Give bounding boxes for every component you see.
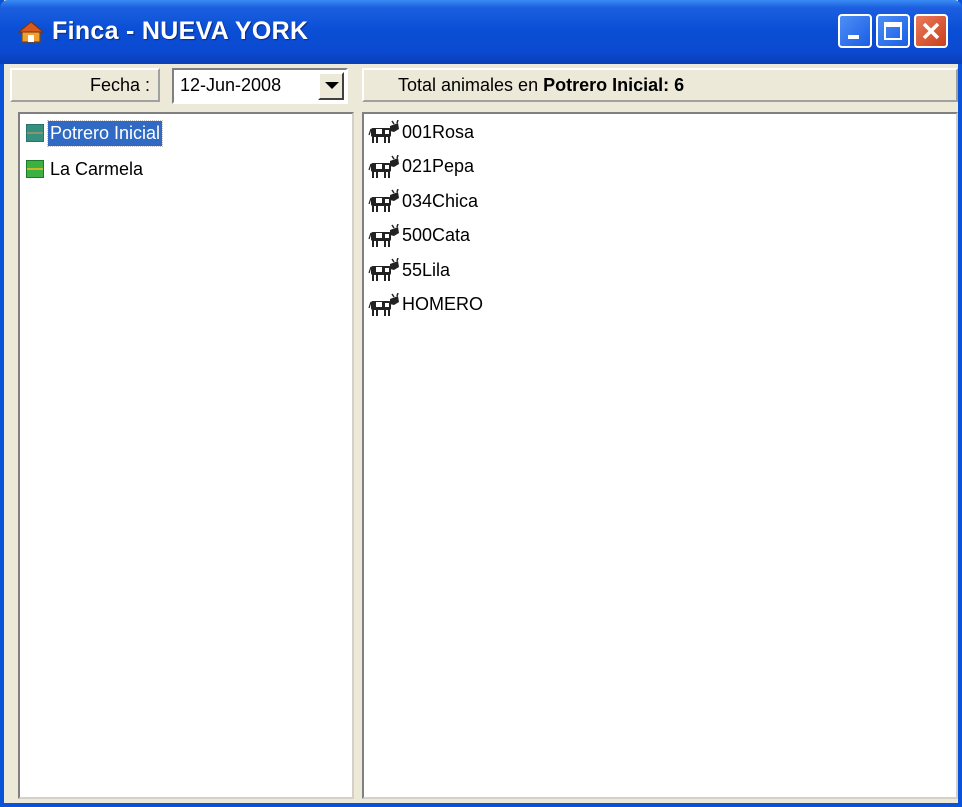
potrero-item[interactable]: Potrero Inicial <box>26 118 164 148</box>
potrero-item[interactable]: La Carmela <box>26 154 145 184</box>
title-bar[interactable]: Finca - NUEVA YORK <box>0 0 962 64</box>
minimize-icon <box>848 35 859 39</box>
animal-label: HOMERO <box>402 294 483 314</box>
date-value[interactable]: 12-Jun-2008 <box>180 75 281 96</box>
animal-label: 55Lila <box>402 259 451 280</box>
animal-item[interactable]: 034Chica <box>368 185 478 217</box>
animal-item[interactable]: 500Cata <box>368 220 470 252</box>
cow-icon <box>368 189 399 212</box>
total-count: Potrero Inicial: 6 <box>543 75 685 95</box>
house-icon <box>18 21 44 43</box>
cow-icon <box>368 223 399 247</box>
close-button[interactable] <box>914 14 948 48</box>
animal-label: 001Rosa <box>402 121 475 142</box>
potreros-tree[interactable]: Potrero Inicial La Carmela <box>18 112 354 799</box>
animal-label: 021Pepa <box>402 156 475 176</box>
animal-item[interactable]: 001Rosa <box>368 116 474 148</box>
animal-label: 034Chica <box>402 190 479 211</box>
toolbar: Fecha : 12-Jun-2008 Total animales en Po… <box>4 64 958 108</box>
maximize-icon <box>884 22 902 40</box>
date-dropdown-button[interactable] <box>318 72 344 100</box>
minimize-button[interactable] <box>838 14 872 48</box>
maximize-button[interactable] <box>876 14 910 48</box>
total-animals-header: Total animales en Potrero Inicial: 6 <box>362 68 958 102</box>
potrero-label: La Carmela <box>50 158 144 179</box>
window-title: Finca - NUEVA YORK <box>52 17 309 45</box>
animals-list[interactable]: 001Rosa 021Pepa 034Chica 500Cata 55Lila HOMER… <box>362 112 958 799</box>
cow-icon <box>368 154 399 178</box>
animal-item[interactable]: 55Lila <box>368 254 450 286</box>
fecha-label: Fecha : <box>10 68 160 102</box>
potrero-icon <box>26 124 44 142</box>
cow-icon <box>368 292 399 316</box>
total-prefix: Total animales en <box>398 75 544 95</box>
animal-item[interactable]: HOMERO <box>368 289 483 321</box>
app-window: Finca - NUEVA YORK Fecha : 12-Jun-2008 T… <box>0 0 962 807</box>
animal-item[interactable]: 021Pepa <box>368 151 474 183</box>
cow-icon <box>368 258 399 281</box>
potrero-icon <box>26 160 44 178</box>
cow-icon <box>368 120 399 143</box>
close-icon <box>922 22 940 40</box>
chevron-down-icon <box>325 82 339 89</box>
date-picker[interactable]: 12-Jun-2008 <box>172 68 348 104</box>
animal-label: 500Cata <box>402 225 471 245</box>
potrero-label: Potrero Inicial <box>46 119 164 147</box>
